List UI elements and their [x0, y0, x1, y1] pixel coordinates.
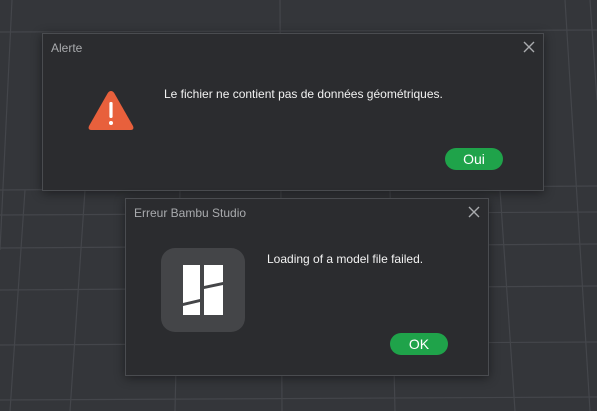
oui-button[interactable]: Oui: [445, 148, 503, 170]
ok-button[interactable]: OK: [390, 333, 448, 355]
error-dialog-titlebar[interactable]: Erreur Bambu Studio: [126, 199, 488, 227]
close-icon[interactable]: [467, 205, 481, 219]
bambu-studio-logo: [161, 248, 245, 332]
alert-dialog: Alerte Le fichier ne contient pas de don…: [42, 33, 544, 191]
alert-dialog-titlebar[interactable]: Alerte: [43, 34, 543, 62]
error-message: Loading of a model file failed.: [267, 252, 424, 266]
error-dialog-title: Erreur Bambu Studio: [134, 206, 247, 220]
error-dialog: Erreur Bambu Studio Loading of a model f…: [125, 198, 489, 376]
alert-message: Le fichier ne contient pas de données gé…: [164, 87, 443, 101]
warning-icon: [86, 88, 136, 133]
close-icon[interactable]: [522, 40, 536, 54]
alert-dialog-title: Alerte: [51, 41, 83, 55]
